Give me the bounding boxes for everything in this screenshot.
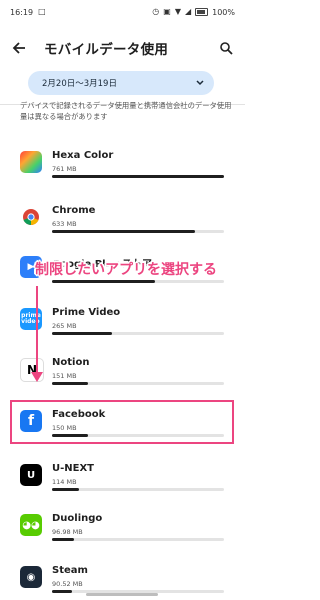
hexa-color-icon	[20, 151, 42, 173]
battery-percent: 100%	[212, 7, 235, 17]
app-name: Prime Video	[52, 307, 121, 318]
annotation-callout: 制限したいアプリを選択する	[35, 262, 217, 278]
list-item[interactable]: ◕◕ Duolingo 96.98 MB	[0, 508, 245, 548]
wifi-icon: ▼	[174, 7, 181, 16]
app-name: Notion	[52, 357, 90, 368]
prime-video-icon: prime video	[20, 308, 42, 330]
app-size: 265 MB	[52, 322, 77, 330]
usage-bar-fill	[52, 332, 112, 335]
usage-bar-fill	[52, 538, 74, 541]
search-icon[interactable]	[217, 39, 235, 57]
usage-bar	[52, 175, 224, 178]
app-name: Hexa Color	[52, 150, 114, 161]
usage-bar-fill	[52, 175, 224, 178]
status-left: 16:19 □	[10, 8, 46, 17]
alarm-icon: ◷	[152, 7, 160, 16]
app-name: U-NEXT	[52, 463, 95, 474]
date-range-selector[interactable]: 2月20日～3月19日	[28, 71, 214, 95]
scroll-handle[interactable]	[86, 593, 158, 596]
date-range-label: 2月20日～3月19日	[42, 79, 117, 89]
back-arrow-icon[interactable]	[10, 39, 28, 57]
app-name: Duolingo	[52, 513, 103, 524]
list-item[interactable]: Hexa Color 761 MB	[0, 145, 245, 185]
app-size: 633 MB	[52, 220, 77, 228]
status-bar: 16:19 □ ◷ ▣ ▼ ◢ 100%	[0, 0, 245, 24]
app-name: Chrome	[52, 205, 96, 216]
usage-bar	[52, 382, 224, 385]
list-item[interactable]: Chrome 633 MB	[0, 200, 245, 240]
battery-icon	[195, 8, 209, 16]
app-name: Steam	[52, 565, 88, 576]
chevron-down-icon	[195, 78, 205, 88]
status-time: 16:19	[10, 7, 34, 17]
chrome-icon	[20, 206, 42, 228]
app-size: 90.52 MB	[52, 580, 83, 588]
facebook-highlight-box	[10, 400, 234, 444]
signal-icon: ◢	[184, 7, 192, 16]
usage-bar-fill	[52, 230, 195, 233]
duolingo-icon: ◕◕	[20, 514, 42, 536]
app-size: 114 MB	[52, 478, 77, 486]
app-bar: モバイルデータ使用	[0, 28, 245, 68]
usage-bar	[52, 538, 224, 541]
usage-bar	[52, 488, 224, 491]
vibrate-icon: ▣	[163, 7, 171, 16]
usage-bar-fill	[52, 488, 79, 491]
annotation-arrow-line	[36, 286, 38, 378]
data-usage-note: デバイスで記録されるデータ使用量と携帯通信会社のデータ使用量は異なる場合がありま…	[20, 101, 232, 121]
list-item[interactable]: U U-NEXT 114 MB	[0, 458, 245, 498]
usage-bar	[52, 230, 224, 233]
steam-icon: ◉	[20, 566, 42, 588]
status-right: ◷ ▣ ▼ ◢ 100%	[152, 8, 235, 17]
app-size: 151 MB	[52, 372, 77, 380]
notification-dots-icon: □	[38, 7, 46, 16]
usage-bar-fill	[52, 382, 88, 385]
annotation-arrow-head	[31, 372, 43, 382]
usage-bar	[52, 332, 224, 335]
page-title: モバイルデータ使用	[44, 42, 169, 58]
usage-bar-fill	[52, 590, 72, 593]
u-next-icon: U	[20, 464, 42, 486]
app-size: 761 MB	[52, 165, 77, 173]
app-size: 96.98 MB	[52, 528, 83, 536]
